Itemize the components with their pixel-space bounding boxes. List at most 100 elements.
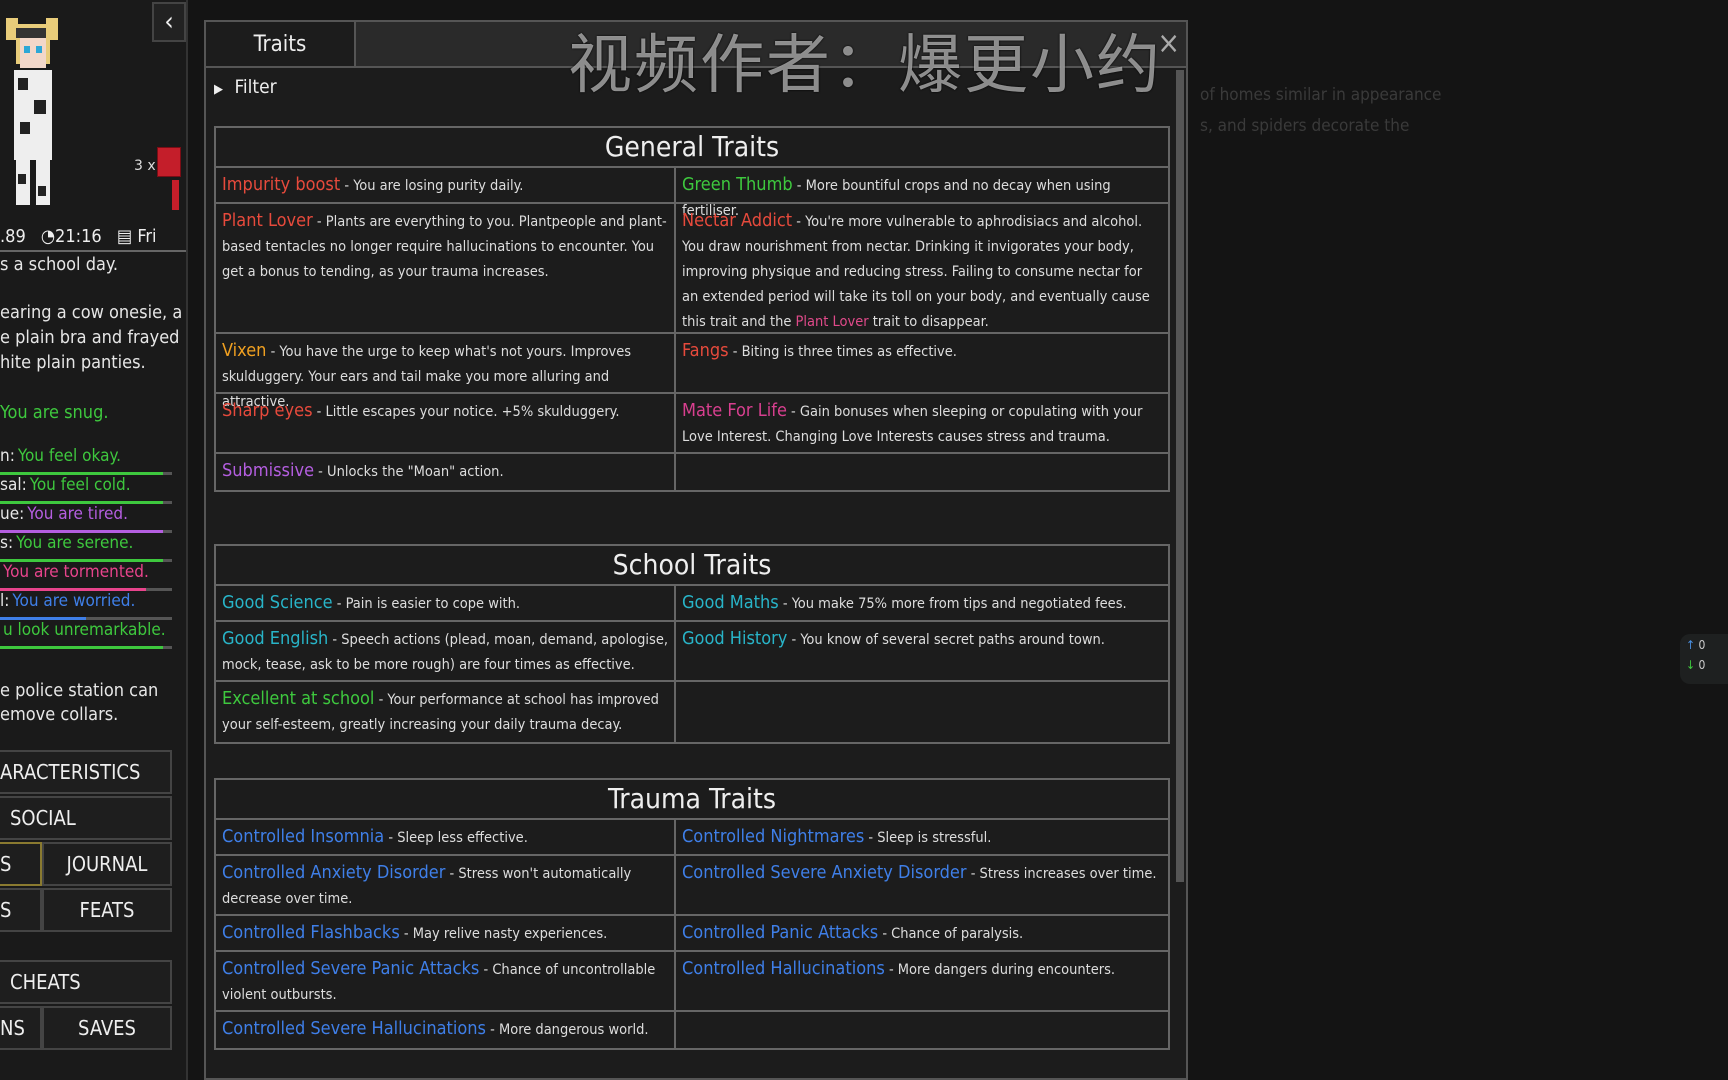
section-title: General Traits [216, 128, 1168, 168]
trait-name[interactable]: Controlled Severe Hallucinations [222, 1018, 486, 1039]
feats-button[interactable]: FEATS [42, 888, 172, 932]
trait-cell: Controlled Severe Hallucinations - More … [216, 1012, 676, 1048]
collar-tag-icon [172, 180, 179, 210]
trait-description: - You make 75% more from tips and negoti… [778, 596, 1127, 612]
upload-icon: ↑ [1686, 638, 1696, 652]
cheats-button[interactable]: CHEATS [0, 960, 172, 1004]
trait-description: - More dangers during encounters. [884, 962, 1116, 978]
trait-description: - You are losing purity daily. [340, 178, 524, 194]
section-title: Trauma Traits [216, 780, 1168, 820]
empty-trait-cell [676, 682, 1168, 742]
meter-fill [0, 646, 164, 649]
trait-cell: Controlled Panic Attacks - Chance of par… [676, 916, 1168, 952]
empty-trait-cell [676, 454, 1168, 490]
saves-button[interactable]: SAVES [42, 1006, 172, 1050]
collapse-sidebar-button[interactable]: ‹ [152, 2, 186, 42]
story-line: s, and spiders decorate the [1200, 116, 1410, 136]
trait-name[interactable]: Sharp eyes [222, 400, 313, 421]
meter-label: ue: [0, 504, 25, 524]
meter-value: You feel cold. [29, 475, 131, 495]
clothing-line-3: hite plain panties. [0, 352, 146, 373]
trait-name[interactable]: Good History [682, 628, 787, 649]
meter-value: You are worried. [12, 591, 136, 611]
trait-name[interactable]: Controlled Anxiety Disorder [222, 862, 445, 883]
trait-name[interactable]: Controlled Severe Panic Attacks [222, 958, 479, 979]
filter-label: Filter [234, 76, 277, 98]
trait-name[interactable]: Vixen [222, 340, 266, 361]
stat-meter: sal: You feel cold. [0, 475, 172, 504]
scrollbar[interactable] [1176, 70, 1184, 882]
caret-right-icon: ▶ [214, 82, 223, 97]
trait-name[interactable]: Good Science [222, 592, 333, 613]
trait-description: - Chance of paralysis. [878, 926, 1024, 942]
options-button[interactable]: NS [0, 1006, 42, 1050]
trait-name[interactable]: Good English [222, 628, 328, 649]
trait-description: - Little escapes your notice. +5% skuldu… [312, 404, 620, 420]
trait-description-tail: trait to disappear. [868, 314, 989, 330]
trait-description: - May relive nasty experiences. [399, 926, 608, 942]
trait-cell: Controlled Flashbacks - May relive nasty… [216, 916, 676, 952]
trait-name[interactable]: Mate For Life [682, 400, 787, 421]
trait-name[interactable]: Controlled Flashbacks [222, 922, 400, 943]
trait-name[interactable]: Controlled Panic Attacks [682, 922, 878, 943]
trait-name[interactable]: Controlled Severe Anxiety Disorder [682, 862, 967, 883]
trait-cell: Good Science - Pain is easier to cope wi… [216, 586, 676, 622]
trait-name[interactable]: Good Maths [682, 592, 779, 613]
trait-name[interactable]: Nectar Addict [682, 210, 792, 231]
meter-label: n: [0, 446, 15, 466]
stats-button[interactable]: S [0, 888, 42, 932]
meter-bar [0, 646, 172, 649]
trait-cell: Impurity boost - You are losing purity d… [216, 168, 676, 204]
meter-value: You feel okay. [17, 446, 121, 466]
meter-value: u look unremarkable. [3, 620, 166, 640]
stat-meter: u look unremarkable. [0, 620, 172, 649]
trait-name[interactable]: Excellent at school [222, 688, 374, 709]
meter-label: sal: [0, 475, 27, 495]
trait-name[interactable]: Submissive [222, 460, 314, 481]
money-value: .89 [0, 226, 26, 247]
filter-toggle[interactable]: ▶ Filter [214, 76, 277, 98]
trait-description: - Biting is three times as effective. [728, 344, 957, 360]
trait-cell: Controlled Insomnia - Sleep less effecti… [216, 820, 676, 856]
trait-name[interactable]: Controlled Hallucinations [682, 958, 885, 979]
trait-name[interactable]: Fangs [682, 340, 729, 361]
trait-cell: Mate For Life - Gain bonuses when sleepi… [676, 394, 1168, 454]
clothing-line-2: e plain bra and frayed [0, 327, 180, 348]
meter-label: l: [0, 591, 10, 611]
social-button[interactable]: SOCIAL [0, 796, 172, 840]
download-value: 0 [1698, 658, 1706, 672]
trait-name[interactable]: Plant Lover [222, 210, 313, 231]
stat-meter: You are tormented. [0, 562, 172, 591]
trait-cell: Plant Lover - Plants are everything to y… [216, 204, 676, 334]
trait-description: - Sleep is stressful. [864, 830, 992, 846]
trait-description: - Sleep less effective. [384, 830, 528, 846]
school-day-text: s a school day. [0, 254, 119, 275]
sidebar: ‹ 3 x .89 ◔21:16 ▤ Fri s a school day. e… [0, 0, 188, 1080]
trait-name[interactable]: Controlled Nightmares [682, 826, 864, 847]
trait-cell: Excellent at school - Your performance a… [216, 682, 676, 742]
traits-button[interactable]: S [0, 842, 42, 886]
police-note-line-2: emove collars. [0, 704, 119, 725]
general-traits-section: General Traits Impurity boost - You are … [214, 126, 1170, 492]
trait-cell: Vixen - You have the urge to keep what's… [216, 334, 676, 410]
empty-trait-cell [676, 1012, 1168, 1048]
trait-cell: Sharp eyes - Little escapes your notice.… [216, 394, 676, 454]
journal-button[interactable]: JOURNAL [42, 842, 172, 886]
trait-cell: Good Maths - You make 75% more from tips… [676, 586, 1168, 622]
stat-meter: s: You are serene. [0, 533, 172, 562]
trait-cell: Controlled Severe Panic Attacks - Chance… [216, 952, 676, 1012]
character-avatar [6, 18, 58, 205]
trait-description: - Unlocks the "Moan" action. [314, 464, 504, 480]
trait-cell: Controlled Hallucinations - More dangers… [676, 952, 1168, 1012]
trait-name[interactable]: Impurity boost [222, 174, 340, 195]
trait-name[interactable]: Controlled Insomnia [222, 826, 384, 847]
characteristics-button[interactable]: ARACTERISTICS [0, 750, 172, 794]
trait-cell: Controlled Anxiety Disorder - Stress won… [216, 856, 676, 916]
tab-traits[interactable]: Traits [206, 22, 356, 66]
trait-name[interactable]: Green Thumb [682, 174, 793, 195]
trait-link[interactable]: Plant Lover [796, 314, 869, 330]
meter-value: You are tired. [27, 504, 128, 524]
trait-description: - Stress increases over time. [966, 866, 1157, 882]
police-note-line-1: e police station can [0, 680, 159, 701]
trait-cell: Green Thumb - More bountiful crops and n… [676, 168, 1168, 219]
